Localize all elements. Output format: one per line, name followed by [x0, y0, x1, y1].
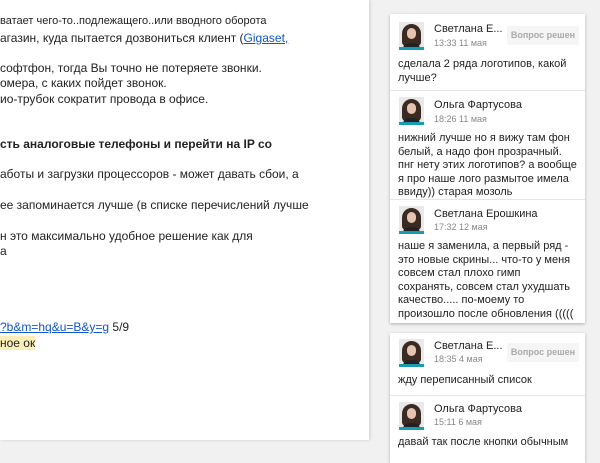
comment-time: 13:33 11 мая: [434, 38, 487, 48]
doc-line: омера, с каких пойдет звонок.: [0, 76, 167, 90]
page-count: 5/9: [109, 320, 130, 334]
avatar: [399, 97, 424, 125]
comment: Светлана Е... 18:35 4 мая Вопрос решен ж…: [390, 333, 585, 395]
comment-thread[interactable]: Светлана Е... 13:33 11 мая Вопрос решен …: [390, 14, 585, 323]
doc-line: ?b&m=hq&u=B&y=g 5/9: [0, 320, 129, 335]
doc-line: аботы и загрузки процессоров - может дав…: [0, 167, 299, 181]
comment-author[interactable]: Светлана Е...: [434, 23, 503, 35]
doc-line-text: агазин, куда пытается дозвониться клиент…: [0, 31, 244, 45]
resolve-button[interactable]: Вопрос решен: [507, 343, 579, 362]
doc-line: ное ок: [0, 336, 36, 351]
comment-text: сделала 2 ряда логотипов, какой лучше?: [398, 58, 567, 84]
comment-time: 17:32 12 мая: [434, 222, 488, 232]
gigaset-link[interactable]: Gigaset,: [244, 31, 289, 45]
comment-text: давай так после кнопки обычным: [398, 436, 569, 448]
comment-time: 15:11 6 мая: [434, 417, 482, 427]
avatar: [399, 402, 424, 430]
doc-heading: сть аналоговые телефоны и перейти на IP …: [0, 137, 272, 151]
doc-line: софтфон, тогда Вы точно не потеряете зво…: [0, 61, 262, 75]
comment-text: жду переписанный список: [398, 374, 532, 386]
doc-line: ее запоминается лучше (в списке перечисл…: [0, 198, 309, 212]
doc-line: агазин, куда пытается дозвониться клиент…: [0, 31, 288, 46]
comment: Ольга Фартусова 18:26 11 мая нижний лучш…: [390, 91, 585, 199]
comment-time: 18:26 11 мая: [434, 114, 487, 124]
comment-text: наше я заменила, а первый ряд - это новы…: [398, 240, 574, 320]
resolve-button[interactable]: Вопрос решен: [507, 26, 579, 45]
avatar: [399, 22, 424, 50]
document-page[interactable]: ватает чего-то..подлежащего..или вводног…: [0, 0, 369, 440]
doc-line: ио-трубок сократит провода в офисе.: [0, 92, 209, 106]
comment: Светлана Ерошкина 17:32 12 мая наше я за…: [390, 200, 585, 323]
comment-author[interactable]: Светлана Ерошкина: [434, 208, 538, 220]
comment: Светлана Е... 13:33 11 мая Вопрос решен …: [390, 14, 585, 100]
avatar: [399, 339, 424, 367]
comment-thread[interactable]: Светлана Е... 18:35 4 мая Вопрос решен ж…: [390, 333, 585, 463]
url-link[interactable]: ?b&m=hq&u=B&y=g: [0, 320, 109, 334]
comment-author[interactable]: Светлана Е...: [434, 340, 503, 352]
doc-line: н это максимально удобное решение как дл…: [0, 229, 253, 243]
comment-author[interactable]: Ольга Фартусова: [434, 99, 522, 111]
comment-time: 18:35 4 мая: [434, 354, 483, 364]
avatar: [399, 206, 424, 234]
comment-text: нижний лучше но я вижу там фон белый, а …: [398, 132, 577, 198]
comment: Ольга Фартусова 15:11 6 мая давай так по…: [390, 396, 585, 463]
highlighted-text[interactable]: ное ок: [0, 336, 36, 350]
doc-line: ватает чего-то..подлежащего..или вводног…: [0, 15, 267, 27]
comment-author[interactable]: Ольга Фартусова: [434, 403, 522, 415]
doc-line: а: [0, 244, 7, 258]
